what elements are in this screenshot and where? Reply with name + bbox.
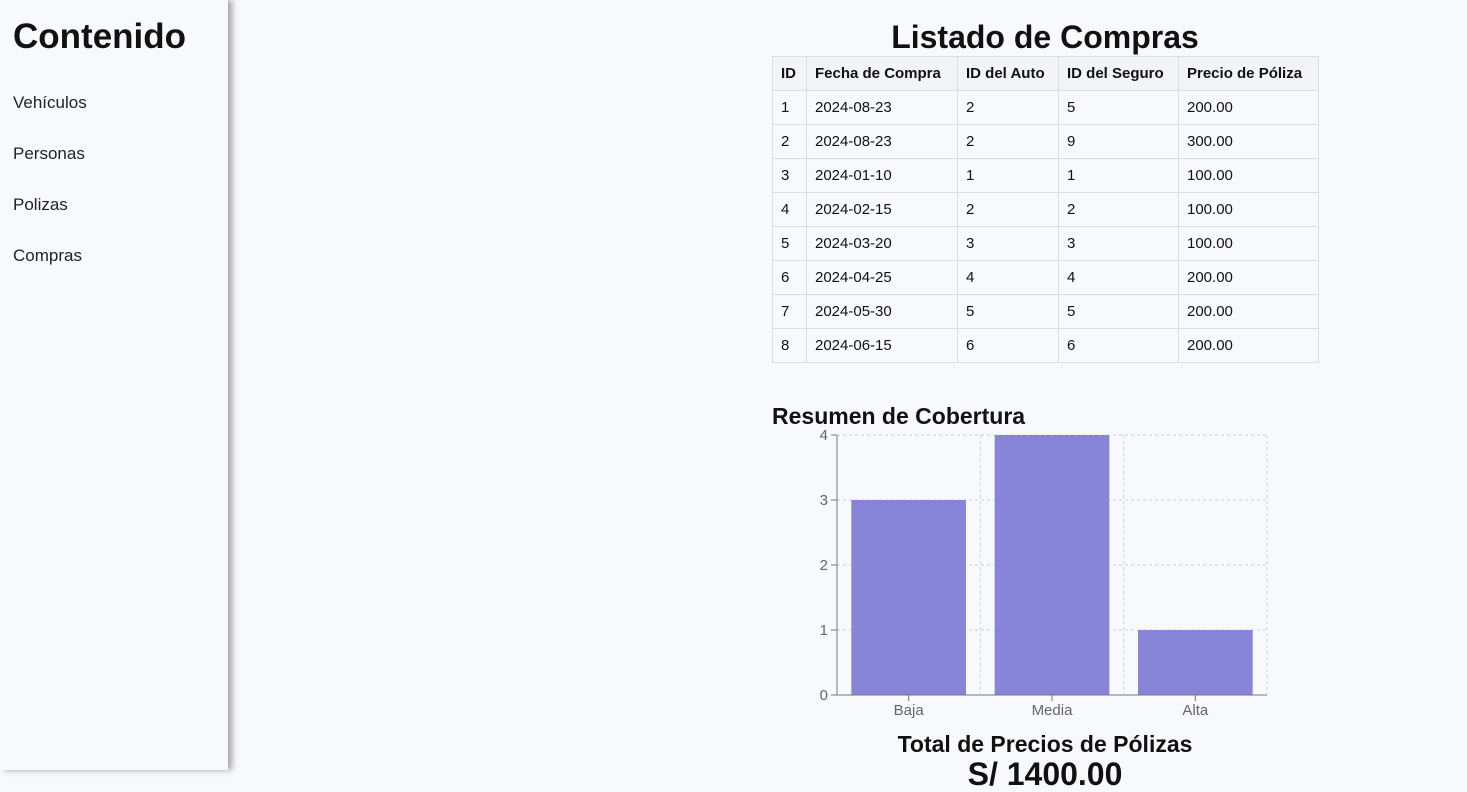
table-cell-precio: 200.00: [1178, 260, 1319, 295]
table-cell-id-seguro: 3: [1058, 226, 1179, 261]
table-row: 4 2024-02-15 2 2 100.00: [772, 192, 1319, 227]
column-header-precio: Precio de Póliza: [1178, 56, 1319, 91]
table-cell-fecha: 2024-03-20: [806, 226, 958, 261]
sidebar-item-personas[interactable]: Personas: [13, 144, 85, 164]
table-cell-id-seguro: 4: [1058, 260, 1179, 295]
table-cell-id: 2: [772, 124, 807, 159]
table-cell-id: 8: [772, 328, 807, 363]
table-cell-precio: 100.00: [1178, 158, 1319, 193]
bar-alta: [1138, 630, 1253, 695]
purchases-table: ID Fecha de Compra ID del Auto ID del Se…: [772, 56, 1319, 363]
y-tick-label: 2: [820, 557, 828, 574]
table-cell-id-auto: 1: [957, 158, 1059, 193]
table-cell-fecha: 2024-04-25: [806, 260, 958, 295]
x-tick-label-alta: Alta: [1182, 702, 1209, 719]
y-tick-label: 3: [820, 492, 828, 509]
table-cell-id: 5: [772, 226, 807, 261]
coverage-bar-chart: 0 1 2 3 4 Baja Media Alta: [820, 428, 1268, 719]
table-cell-id-auto: 2: [957, 192, 1059, 227]
table-row: 3 2024-01-10 1 1 100.00: [772, 158, 1319, 193]
table-cell-fecha: 2024-06-15: [806, 328, 958, 363]
table-cell-precio: 200.00: [1178, 90, 1319, 125]
bar-media: [994, 435, 1110, 695]
sidebar-item-vehiculos[interactable]: Vehículos: [13, 93, 87, 113]
x-tick-label-media: Media: [1032, 702, 1074, 719]
table-cell-id-seguro: 6: [1058, 328, 1179, 363]
chart-title: Resumen de Cobertura: [772, 403, 1026, 429]
x-tick-label-baja: Baja: [894, 702, 925, 719]
table-cell-id-seguro: 5: [1058, 90, 1179, 125]
sidebar-title: Contenido: [13, 17, 187, 56]
table-header-row: ID Fecha de Compra ID del Auto ID del Se…: [772, 56, 1319, 91]
table-cell-fecha: 2024-01-10: [806, 158, 958, 193]
y-tick-label: 4: [820, 428, 828, 444]
table-cell-id: 3: [772, 158, 807, 193]
total-value: S/ 1400.00: [967, 756, 1123, 792]
table-cell-id: 4: [772, 192, 807, 227]
table-cell-fecha: 2024-02-15: [806, 192, 958, 227]
page-title: Listado de Compras: [891, 19, 1199, 55]
table-cell-precio: 200.00: [1178, 328, 1319, 363]
table-cell-id-seguro: 2: [1058, 192, 1179, 227]
total-title: Total de Precios de Pólizas: [897, 731, 1193, 757]
table-cell-id: 6: [772, 260, 807, 295]
y-tick-label: 1: [820, 622, 828, 639]
table-cell-id-auto: 6: [957, 328, 1059, 363]
sidebar-item-polizas[interactable]: Polizas: [13, 195, 68, 215]
table-row: 1 2024-08-23 2 5 200.00: [772, 90, 1319, 125]
table-row: 2 2024-08-23 2 9 300.00: [772, 124, 1319, 159]
sidebar: Contenido Vehículos Personas Polizas Com…: [0, 0, 228, 770]
table-cell-id-seguro: 5: [1058, 294, 1179, 329]
table-cell-id: 7: [772, 294, 807, 329]
bar-baja: [851, 500, 966, 695]
table-cell-id-seguro: 9: [1058, 124, 1179, 159]
y-tick-label: 0: [820, 687, 828, 704]
table-row: 6 2024-04-25 4 4 200.00: [772, 260, 1319, 295]
table-cell-id-auto: 5: [957, 294, 1059, 329]
table-cell-fecha: 2024-08-23: [806, 124, 958, 159]
table-row: 7 2024-05-30 5 5 200.00: [772, 294, 1319, 329]
table-cell-id: 1: [772, 90, 807, 125]
sidebar-item-compras[interactable]: Compras: [13, 246, 82, 266]
table-cell-id-auto: 2: [957, 90, 1059, 125]
column-header-id: ID: [772, 56, 807, 91]
table-cell-fecha: 2024-05-30: [806, 294, 958, 329]
table-cell-id-auto: 4: [957, 260, 1059, 295]
column-header-id-seguro: ID del Seguro: [1058, 56, 1179, 91]
table-cell-fecha: 2024-08-23: [806, 90, 958, 125]
table-cell-id-auto: 3: [957, 226, 1059, 261]
table-cell-precio: 100.00: [1178, 192, 1319, 227]
table-cell-precio: 100.00: [1178, 226, 1319, 261]
table-cell-id-auto: 2: [957, 124, 1059, 159]
column-header-id-auto: ID del Auto: [957, 56, 1059, 91]
column-header-fecha: Fecha de Compra: [806, 56, 958, 91]
table-cell-precio: 200.00: [1178, 294, 1319, 329]
table-row: 8 2024-06-15 6 6 200.00: [772, 328, 1319, 363]
table-cell-precio: 300.00: [1178, 124, 1319, 159]
table-cell-id-seguro: 1: [1058, 158, 1179, 193]
table-row: 5 2024-03-20 3 3 100.00: [772, 226, 1319, 261]
